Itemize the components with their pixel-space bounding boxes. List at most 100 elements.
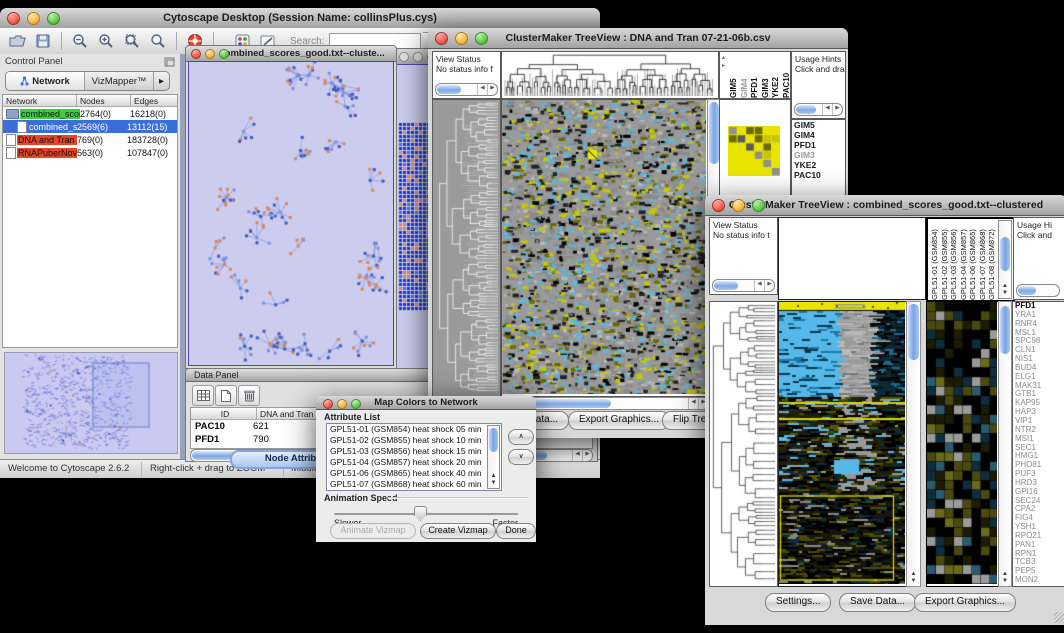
usage-hints-hscrollbar[interactable]: ◀ ▶ [794,103,843,116]
gene-label[interactable]: RPN1 [1013,550,1064,559]
zoom-out-button[interactable] [68,30,92,52]
gene-label[interactable]: CPA2 [1013,505,1064,514]
gene-label[interactable]: YRA1 [1013,311,1064,320]
settings-button[interactable]: Settings... [765,593,831,612]
attribute-option[interactable]: GPL51-06 (GSM865) heat shock 40 min [327,468,501,479]
zoom-button[interactable] [752,199,765,212]
close-button[interactable] [7,12,20,25]
scroll-right-arrow[interactable]: ▶ [832,104,842,115]
network-row[interactable]: RNAPuberNov2+| 563(0) 107847(0) [3,146,177,159]
gene-label[interactable]: MON2 [1013,576,1064,585]
gene-label[interactable]: PFD1 [1013,302,1064,311]
export-graphics-button[interactable]: Export Graphics... [568,411,670,430]
treeview1-title-bar[interactable]: ClusterMaker TreeView : DNA and Tran 07-… [428,28,848,49]
network-overview-thumbnail[interactable] [5,353,175,451]
scrollbar-thumb[interactable] [1018,286,1036,295]
attribute-option[interactable]: GPL51-02 (GSM855) heat shock 10 min [327,435,501,446]
minimize-button[interactable] [732,199,745,212]
gene-label[interactable]: VIP1 [1013,417,1064,426]
close-button[interactable] [191,49,201,59]
zoom-button[interactable] [219,49,229,59]
listbox-vscrollbar[interactable]: ▲▼ [487,425,500,489]
scroll-left-arrow[interactable]: ◀ [754,280,764,291]
column-label[interactable]: GPL51-06 (GSM865) [968,219,978,300]
network-row[interactable]: combined_scores 2764(0) 16218(0) [3,107,177,120]
scroll-down-arrow[interactable]: ▼ [491,480,497,487]
scroll-right-arrow[interactable]: ▸ [722,63,725,69]
minimize-button[interactable] [205,49,215,59]
speed-slider-thumb[interactable] [414,506,427,521]
save-data-button[interactable]: Save Data... [839,593,916,612]
gene-label[interactable]: KAP95 [1013,399,1064,408]
scroll-up-arrow[interactable]: ▲ [491,473,497,480]
labels-vscrollbar[interactable]: ▲▼ [998,220,1012,299]
zoom-in-button[interactable] [94,30,118,52]
gene-label[interactable]: GIM5 [792,120,845,130]
col-nodes[interactable]: Nodes [77,95,131,107]
column-label[interactable]: GIM3 [761,52,772,98]
export-graphics-button[interactable]: Export Graphics... [914,593,1016,612]
usage-hints-hscrollbar[interactable] [1016,284,1060,297]
scroll-left-arrow[interactable]: ◀ [822,104,832,115]
column-label[interactable]: PAC10 [782,52,792,98]
gene-label[interactable]: HRD3 [1013,479,1064,488]
col-network[interactable]: Network [3,95,77,107]
close-button[interactable] [435,32,448,45]
gene-label[interactable]: PEP5 [1013,567,1064,576]
gene-label[interactable]: PUF3 [1013,470,1064,479]
column-label[interactable]: PFD1 [750,52,761,98]
gene-label[interactable]: GIM3 [792,150,845,160]
treeview2-title-bar[interactable]: ClusterMaker TreeView : combined_scores_… [705,195,1064,216]
col-edges[interactable]: Edges [131,95,177,107]
float-panel-icon[interactable] [164,57,175,67]
scrollbar-thumb[interactable] [1000,237,1010,271]
scrollbar-thumb[interactable] [709,102,719,164]
network-row[interactable]: combined_sco 2569(6) 13112(15) [3,120,177,133]
gene-label[interactable]: PAN1 [1013,541,1064,550]
new-attribute-button[interactable] [215,385,237,406]
delete-attribute-button[interactable] [238,385,260,406]
gene-label[interactable]: ELG1 [1013,373,1064,382]
attribute-option[interactable]: GPL51-03 (GSM856) heat shock 15 min [327,446,501,457]
network-view-1-title-bar[interactable]: combined_scores_good.txt--cluste... [186,46,396,62]
row-dendrogram[interactable] [710,302,775,584]
open-session-button[interactable] [5,30,29,52]
zoom-vscrollbar[interactable]: ▲▼ [998,301,1012,587]
zoom-button[interactable] [351,399,361,409]
close-button[interactable] [399,52,409,62]
gene-label[interactable]: NTR2 [1013,426,1064,435]
column-label[interactable]: GPL51-02 (GSM855) [940,219,950,300]
scroll-right-arrow[interactable]: ▶ [764,280,774,291]
column-label[interactable]: YKE2 [771,52,782,98]
gene-label[interactable]: MSI1 [1013,435,1064,444]
scroll-down-arrow[interactable]: ▼ [911,578,917,585]
column-label[interactable]: GPL51-04 (GSM857) [959,219,969,300]
main-title-bar[interactable]: Cytoscape Desktop (Session Name: collins… [0,8,600,29]
gene-label[interactable]: GTB1 [1013,390,1064,399]
gene-label[interactable]: SEC24 [1013,497,1064,506]
gene-label[interactable]: GPI16 [1013,488,1064,497]
gene-label[interactable]: YKE2 [792,160,845,170]
scrollbar-thumb[interactable] [714,281,738,290]
gene-label[interactable]: TCB3 [1013,558,1064,567]
scroll-left-arrow[interactable]: ◀ [477,84,487,95]
zoom-heatmap[interactable] [927,302,997,584]
gene-label[interactable]: HMG1 [1013,452,1064,461]
scroll-right-arrow[interactable]: ▶ [487,84,497,95]
scroll-left-arrow[interactable]: ◀ [572,450,582,461]
heatmap[interactable] [502,100,706,394]
close-button[interactable] [323,399,333,409]
tab-vizmapper[interactable]: VizMapper™ [85,72,154,90]
column-label[interactable]: GIM5 [729,52,740,98]
column-label[interactable]: GPL51-03 (GSM856) [949,219,959,300]
zoom-button[interactable] [475,32,488,45]
view-status-hscrollbar[interactable]: ◀ ▶ [712,279,775,292]
gene-label[interactable]: PFD1 [792,140,845,150]
gene-label[interactable]: HAP3 [1013,408,1064,417]
close-button[interactable] [712,199,725,212]
resize-grip[interactable] [1054,612,1064,623]
gene-label[interactable]: SEC1 [1013,444,1064,453]
column-label[interactable]: GIM4 [740,52,751,98]
gene-label[interactable]: BUD4 [1013,364,1064,373]
zoom-selected-button[interactable] [120,30,144,52]
